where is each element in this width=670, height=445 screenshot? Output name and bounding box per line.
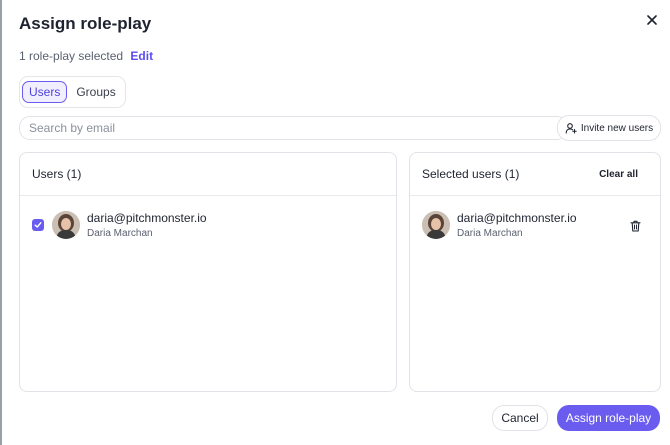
user-name: Daria Marchan bbox=[87, 228, 153, 239]
user-name: Daria Marchan bbox=[457, 228, 523, 239]
search-input[interactable] bbox=[19, 116, 568, 140]
users-panel-header: Users (1) bbox=[20, 153, 396, 196]
user-email: daria@pitchmonster.io bbox=[87, 211, 207, 225]
remove-user-button[interactable] bbox=[630, 219, 641, 237]
user-info: daria@pitchmonster.io Daria Marchan bbox=[457, 211, 577, 239]
invite-button-label: Invite new users bbox=[580, 122, 654, 134]
avatar bbox=[422, 211, 450, 239]
cancel-button[interactable]: Cancel bbox=[492, 405, 548, 431]
selected-count-text: 1 role-play selected bbox=[19, 49, 124, 63]
selected-users-panel: Selected users (1) Clear all daria@pitch… bbox=[409, 152, 661, 392]
trash-icon bbox=[630, 220, 641, 232]
selection-summary: 1 role-play selected Edit bbox=[19, 49, 153, 63]
user-email: daria@pitchmonster.io bbox=[457, 211, 577, 225]
tab-users[interactable]: Users bbox=[22, 81, 68, 103]
tab-switcher: Users Groups bbox=[19, 76, 126, 108]
list-item: daria@pitchmonster.io Daria Marchan bbox=[422, 211, 577, 239]
user-plus-icon bbox=[565, 123, 577, 134]
user-info: daria@pitchmonster.io Daria Marchan bbox=[87, 211, 207, 239]
tab-groups[interactable]: Groups bbox=[69, 81, 122, 103]
users-panel-title: Users (1) bbox=[32, 167, 82, 181]
check-icon bbox=[34, 222, 42, 228]
invite-new-users-button[interactable]: Invite new users bbox=[557, 115, 661, 141]
clear-all-button[interactable]: Clear all bbox=[599, 169, 638, 180]
assign-role-play-dialog: Assign role-play 1 role-play selected Ed… bbox=[2, 0, 670, 445]
dialog-title: Assign role-play bbox=[19, 14, 152, 33]
selected-panel-title: Selected users (1) bbox=[422, 167, 520, 181]
assign-role-play-button[interactable]: Assign role-play bbox=[557, 405, 660, 431]
close-icon bbox=[647, 15, 657, 25]
users-panel: Users (1) daria@pitchmonster.io Daria Ma… bbox=[19, 152, 397, 392]
close-button[interactable] bbox=[644, 12, 660, 28]
edit-link[interactable]: Edit bbox=[130, 49, 153, 63]
selected-panel-header: Selected users (1) Clear all bbox=[410, 153, 660, 196]
user-checkbox[interactable] bbox=[32, 219, 44, 231]
avatar bbox=[52, 211, 80, 239]
list-item[interactable]: daria@pitchmonster.io Daria Marchan bbox=[32, 211, 207, 239]
